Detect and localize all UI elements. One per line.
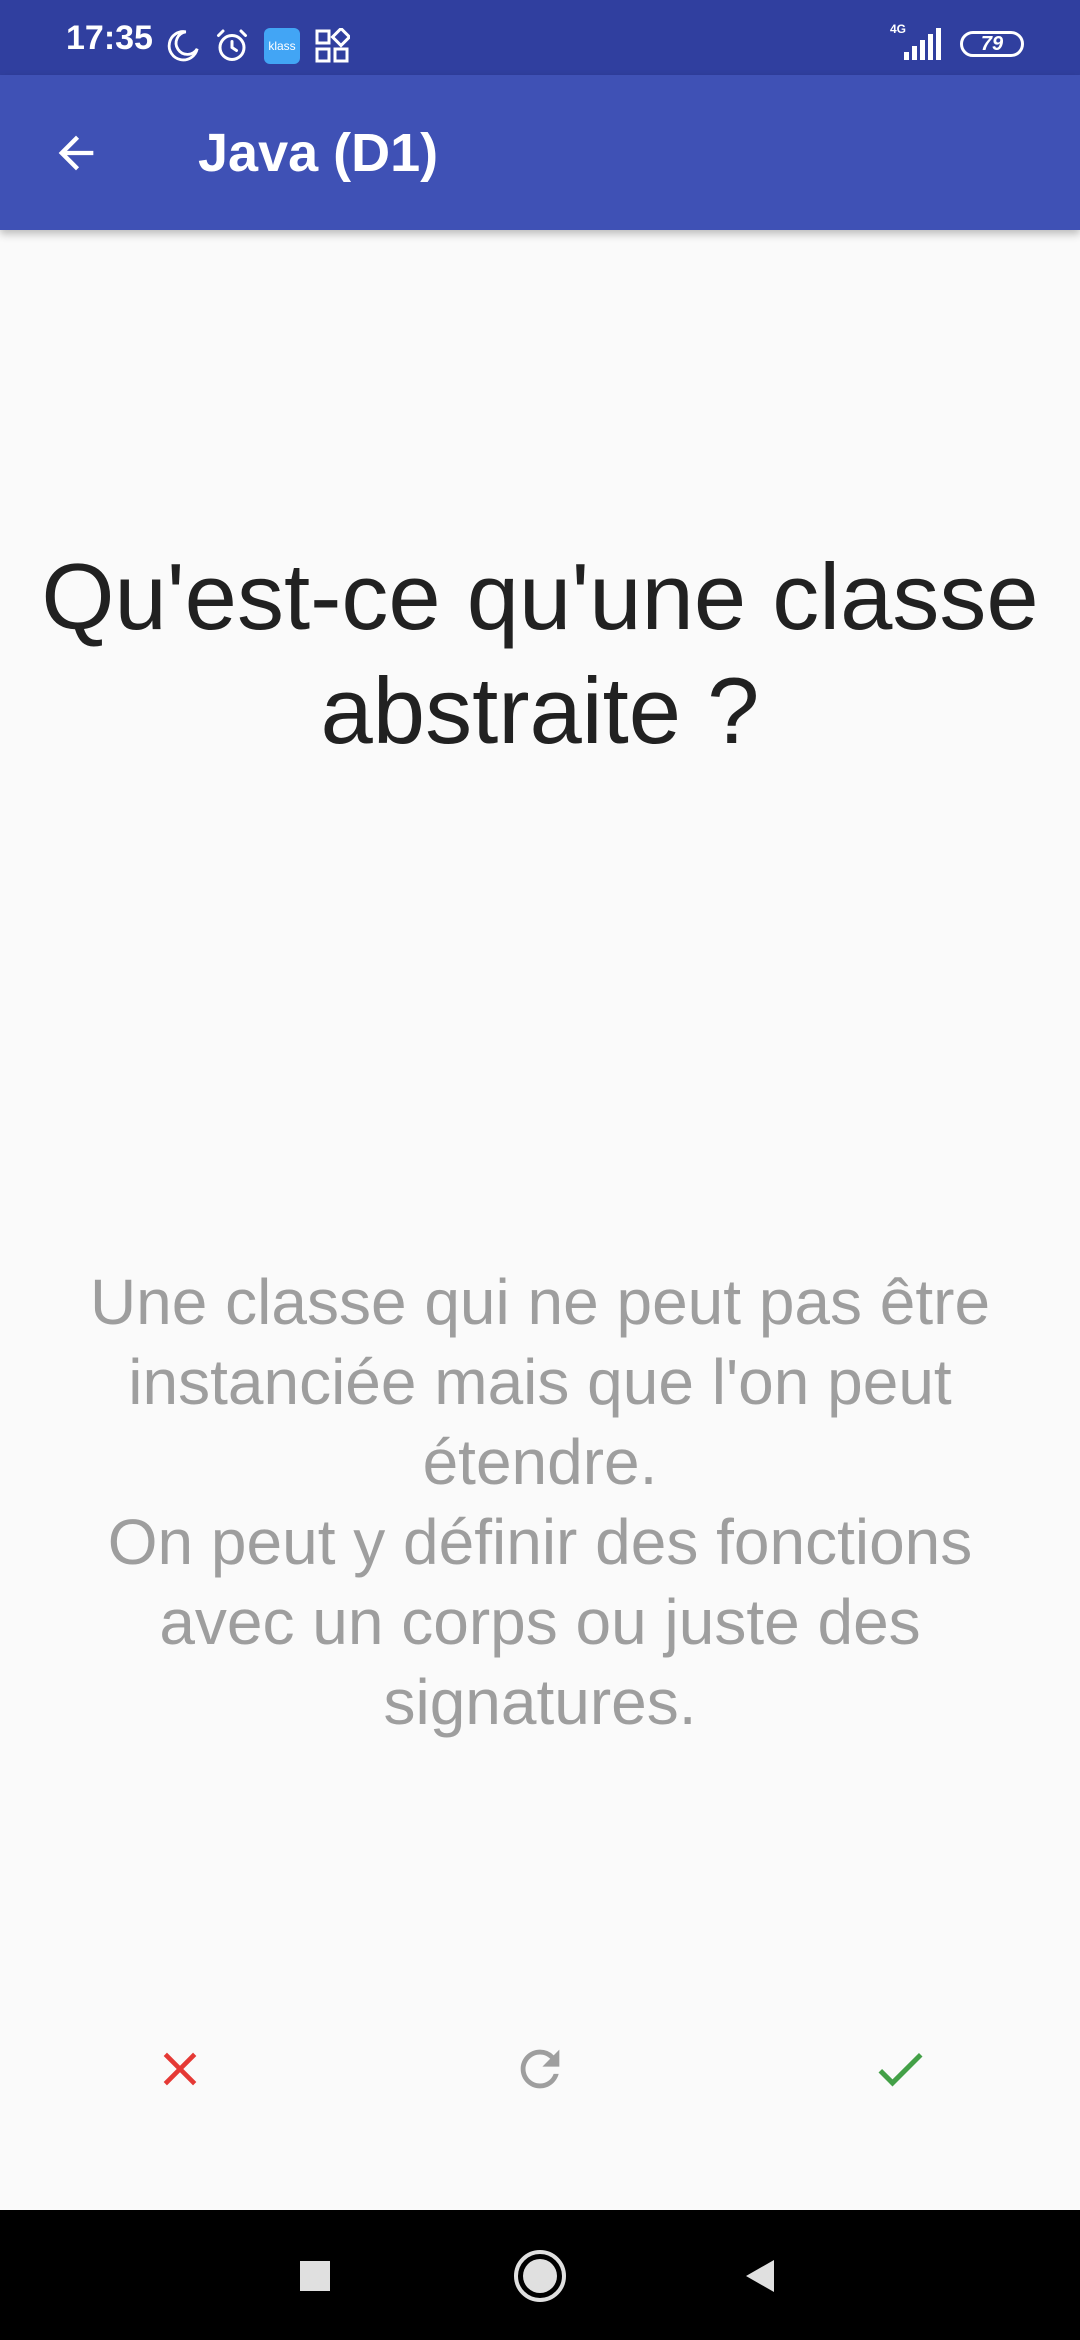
status-system-icons: 4G 79	[890, 22, 1024, 64]
answer-actions	[0, 2030, 1080, 2108]
circle-icon	[514, 2250, 566, 2302]
battery-icon: 79	[960, 31, 1024, 57]
home-button[interactable]	[510, 2246, 570, 2306]
nav-back-button[interactable]	[730, 2246, 790, 2306]
app-title: Java (D1)	[198, 123, 439, 183]
arrow-back-icon	[58, 135, 94, 171]
status-bar: 17:35 klass 4G 79	[0, 0, 1080, 75]
status-time: 17:35	[66, 19, 153, 57]
klass-app-icon: klass	[264, 28, 300, 64]
recents-button[interactable]	[285, 2246, 345, 2306]
square-icon	[300, 2261, 330, 2291]
close-icon	[163, 2052, 197, 2086]
signal-icon: 4G	[890, 22, 946, 62]
wrong-button[interactable]	[141, 2030, 219, 2108]
card-answer: Une classe qui ne peut pas être instanci…	[89, 1266, 991, 1738]
triangle-back-icon	[746, 2260, 774, 2292]
check-icon	[878, 2052, 923, 2087]
back-button[interactable]	[38, 115, 114, 191]
alarm-icon	[214, 28, 250, 64]
screen: 17:35 klass 4G 79 Java (D1) Qu'est-ce qu…	[0, 0, 1080, 2340]
correct-button[interactable]	[861, 2030, 939, 2108]
app-grid-icon	[314, 28, 350, 64]
refresh-icon	[520, 2049, 560, 2089]
retry-button[interactable]	[501, 2030, 579, 2108]
moon-icon	[166, 29, 200, 63]
app-bar: Java (D1)	[0, 75, 1080, 230]
system-nav-bar	[0, 2210, 1080, 2340]
card-question: Qu'est-ce qu'une classe abstraite ?	[41, 544, 1039, 763]
status-notification-icons: klass	[166, 26, 350, 66]
